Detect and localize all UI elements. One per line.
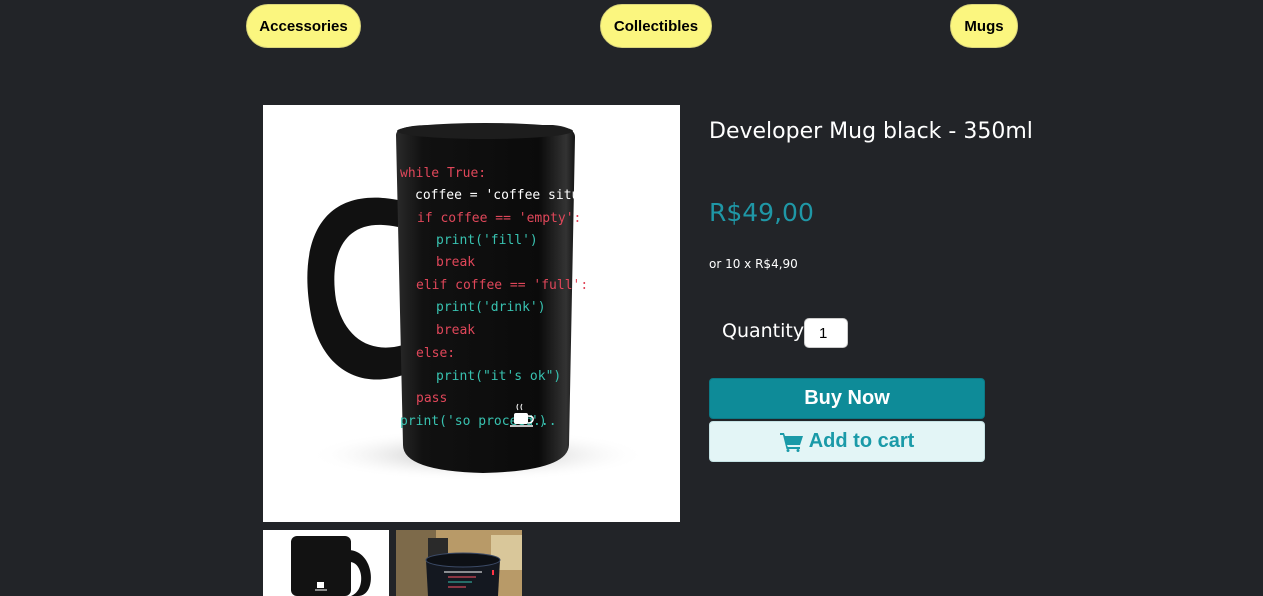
mug-image: while True: coffee = 'coffee situation,'… [307,123,648,481]
mug-thumbnail [291,536,371,596]
product-main-image: while True: coffee = 'coffee situation,'… [263,105,680,522]
mug-photo-thumbnail [396,530,522,596]
quantity-label: Quantity: [722,320,810,342]
svg-text:print('drink'): print('drink') [436,300,546,315]
product-thumbnail-2[interactable] [396,530,522,596]
svg-text:coffee = 'coffee situation,': coffee = 'coffee situation,' [415,188,634,203]
quantity-input[interactable] [804,318,848,348]
product-title: Developer Mug black - 350ml [709,119,1033,144]
nav-category-mugs[interactable]: Mugs [950,4,1018,48]
nav-category-collectibles[interactable]: Collectibles [600,4,712,48]
svg-text:'): ') [531,414,547,429]
svg-text:break: break [436,323,475,338]
buy-now-button[interactable]: Buy Now [709,378,985,419]
svg-text:print("it's ok"): print("it's ok") [436,369,561,384]
svg-text:else:: else: [416,346,455,361]
product-price: R$49,00 [709,198,814,227]
svg-text:while True:: while True: [400,166,486,181]
buy-now-label: Buy Now [804,387,890,409]
add-to-cart-button[interactable]: Add to cart [709,421,985,462]
svg-text:if coffee == 'empty':: if coffee == 'empty': [417,211,581,226]
installments-text: or 10 x R$4,90 [709,257,798,271]
svg-text:break: break [436,255,475,270]
add-to-cart-label: Add to cart [808,430,915,452]
shopping-cart-icon [779,432,804,452]
svg-text:pass: pass [416,391,447,406]
nav-category-accessories[interactable]: Accessories [246,4,361,48]
product-thumbnail-1[interactable] [263,530,389,596]
svg-text:print('fill'): print('fill') [436,233,538,248]
svg-text:elif coffee == 'full':: elif coffee == 'full': [416,278,588,293]
